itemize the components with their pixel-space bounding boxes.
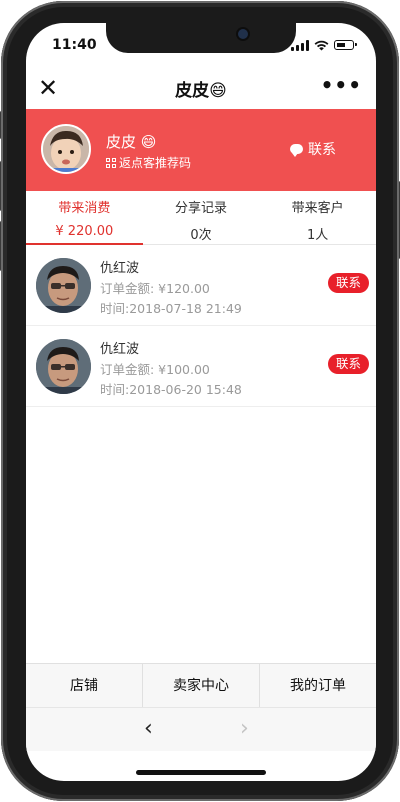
tab-share-records[interactable]: 分享记录 0次: [143, 191, 260, 244]
profile-name: 皮皮 😄: [106, 133, 157, 151]
order-time: 时间:2018-07-18 21:49: [100, 301, 242, 316]
signal-icon: [291, 39, 309, 51]
volume-up-button: [0, 161, 1, 211]
back-icon[interactable]: ‹: [144, 716, 153, 741]
contact-button[interactable]: 联系: [290, 139, 336, 159]
order-list: 仇红波 订单金额: ¥120.00 时间:2018-07-18 21:49 联系: [26, 245, 376, 407]
referral-code-label: 返点客推荐码: [119, 156, 192, 170]
tab-consumption[interactable]: 带来消费 ¥ 220.00: [26, 191, 143, 245]
notch: [106, 23, 296, 53]
list-item[interactable]: 仇红波 订单金额: ¥100.00 时间:2018-06-20 15:48 联系: [26, 326, 376, 407]
status-icons: [291, 39, 357, 51]
order-time: 时间:2018-06-20 15:48: [100, 382, 242, 397]
home-indicator[interactable]: [136, 770, 266, 775]
silent-switch: [0, 111, 1, 139]
tab-store[interactable]: 店铺: [26, 664, 143, 708]
tab-label: 分享记录: [175, 201, 228, 216]
tab-seller-center[interactable]: 卖家中心: [143, 664, 260, 708]
referral-code-link[interactable]: 返点客推荐码: [106, 154, 191, 171]
avatar: [36, 339, 91, 394]
browser-toolbar: ‹ ›: [26, 707, 376, 751]
contact-button[interactable]: 联系: [327, 273, 369, 293]
customer-name: 仇红波: [100, 342, 140, 357]
list-item[interactable]: 仇红波 订单金额: ¥120.00 时间:2018-07-18 21:49 联系: [26, 245, 376, 326]
forward-icon[interactable]: ›: [240, 716, 249, 741]
customer-name: 仇红波: [100, 261, 140, 276]
order-amount: 订单金额: ¥100.00: [100, 362, 210, 377]
tab-label: 带来客户: [291, 201, 344, 216]
tab-value: ¥ 220.00: [55, 224, 114, 239]
qr-code-icon: [106, 157, 116, 168]
tab-customers[interactable]: 带来客户 1人: [259, 191, 376, 244]
avatar: [36, 258, 91, 313]
wifi-icon: [314, 40, 329, 50]
more-icon[interactable]: •••: [321, 73, 362, 97]
phone-frame: 11:40 ✕ 皮皮😄 ••• 皮皮 😄 返点客推荐码 联系 带来消费 ¥ 22…: [0, 1, 400, 801]
order-amount: 订单金额: ¥120.00: [100, 281, 210, 296]
tab-value: 0次: [190, 228, 212, 243]
page-title: 皮皮😄: [175, 80, 227, 101]
contact-button[interactable]: 联系: [327, 354, 369, 374]
stats-tabs: 带来消费 ¥ 220.00 分享记录 0次 带来客户 1人: [26, 191, 376, 245]
avatar[interactable]: [41, 124, 91, 174]
battery-icon: [334, 40, 357, 50]
tab-value: 1人: [307, 228, 329, 243]
front-camera: [238, 29, 248, 39]
contact-label: 联系: [308, 142, 336, 158]
status-time: 11:40: [52, 37, 97, 53]
bottom-nav: 店铺 卖家中心 我的订单: [26, 663, 376, 708]
tab-my-orders[interactable]: 我的订单: [260, 664, 376, 708]
volume-down-button: [0, 221, 1, 271]
profile-banner: 皮皮 😄 返点客推荐码 联系: [26, 109, 376, 191]
chat-icon: [290, 144, 303, 157]
screen: 11:40 ✕ 皮皮😄 ••• 皮皮 😄 返点客推荐码 联系 带来消费 ¥ 22…: [26, 23, 376, 781]
nav-bar: ✕ 皮皮😄 •••: [26, 67, 376, 109]
tab-label: 带来消费: [58, 201, 111, 216]
close-icon[interactable]: ✕: [38, 75, 58, 101]
